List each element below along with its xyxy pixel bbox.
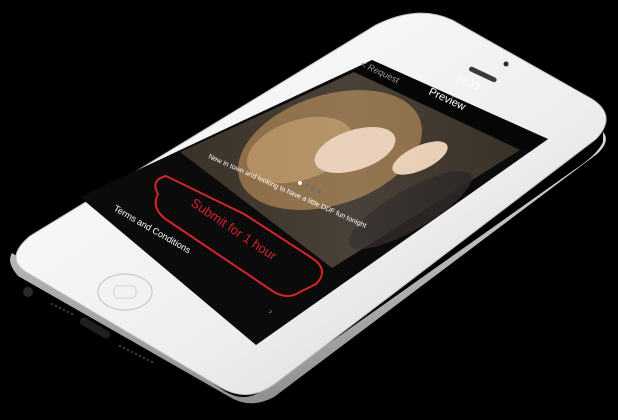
- front-camera-icon: [503, 61, 509, 67]
- device-mockup: 22:33 < Request Preview New in town and …: [10, 12, 607, 404]
- headphone-jack-icon: [23, 287, 33, 297]
- home-button[interactable]: [97, 273, 153, 311]
